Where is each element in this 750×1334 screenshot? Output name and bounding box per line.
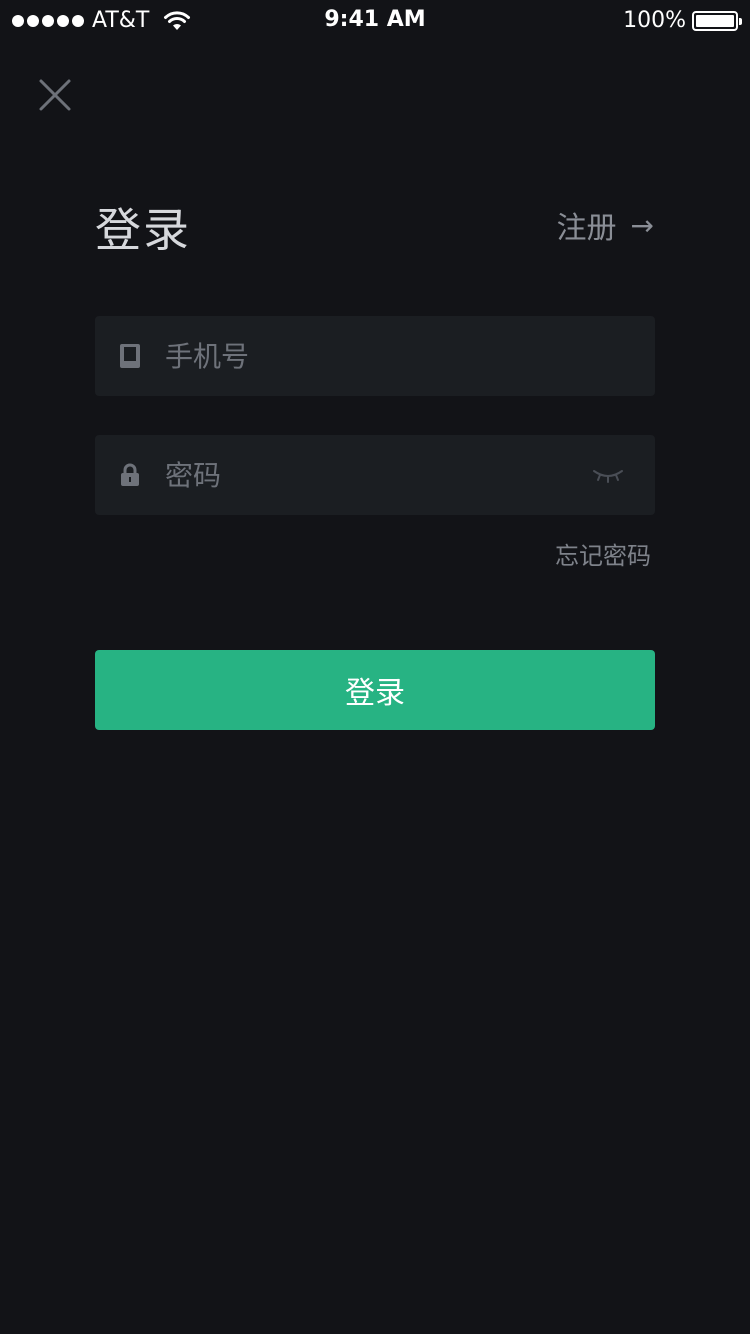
phone-icon [120,344,140,368]
arrow-right-icon: → [630,208,654,242]
eye-closed-icon[interactable] [591,465,625,485]
login-screen: AT&T 9:41 AM 100% 登录 注册 → 手机号 忘记密码 登录 [0,0,750,1334]
close-icon [39,79,71,111]
register-label: 注册 [556,211,617,246]
login-button[interactable]: 登录 [95,650,655,730]
page-title: 登录 [95,203,191,257]
battery-icon [692,10,742,31]
password-input[interactable] [165,435,591,515]
close-button[interactable] [36,76,74,114]
status-bar: AT&T 9:41 AM 100% [0,0,750,40]
lock-icon [121,463,139,486]
password-field[interactable] [95,435,655,515]
phone-field[interactable] [95,316,655,396]
status-bar-right: 100% [623,8,742,33]
phone-input[interactable] [165,316,655,396]
battery-percentage: 100% [623,8,686,33]
register-link[interactable]: 注册 → [557,203,654,247]
forgot-password-link[interactable]: 忘记密码 [555,536,651,571]
